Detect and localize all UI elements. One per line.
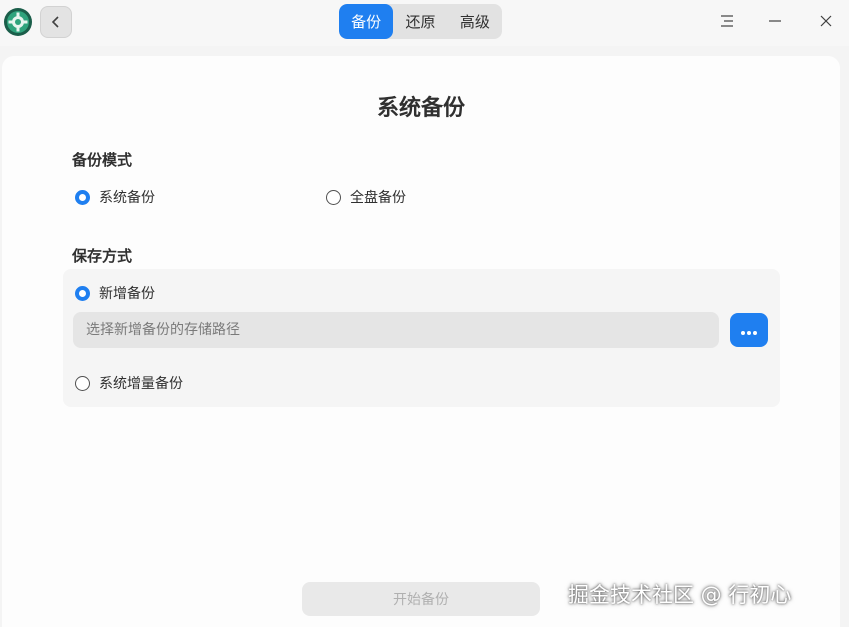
radio-checked-icon — [75, 189, 90, 205]
radio-label: 新增备份 — [99, 286, 155, 302]
radio-full-disk-backup[interactable]: 全盘备份 — [326, 187, 406, 207]
tab-advanced[interactable]: 高级 — [448, 4, 502, 39]
back-button[interactable] — [40, 6, 72, 38]
radio-unchecked-icon — [75, 375, 90, 391]
radio-incremental-backup[interactable]: 系统增量备份 — [75, 373, 183, 393]
backup-mode-title: 备份模式 — [72, 151, 133, 169]
radio-system-backup[interactable]: 系统备份 — [75, 187, 155, 207]
start-backup-button[interactable]: 开始备份 — [302, 582, 540, 616]
radio-new-backup[interactable]: 新增备份 — [75, 283, 155, 303]
page-title: 系统备份 — [376, 96, 465, 121]
app-gear-icon — [3, 7, 33, 37]
backup-path-input[interactable] — [73, 312, 719, 348]
browse-path-button[interactable] — [730, 313, 768, 347]
menu-icon — [720, 13, 734, 32]
menu-button[interactable] — [712, 8, 742, 36]
chevron-left-icon — [50, 13, 62, 32]
radio-unchecked-icon — [326, 189, 341, 205]
radio-label: 全盘备份 — [350, 190, 406, 206]
tab-bar: 备份 还原 高级 — [339, 4, 502, 39]
title-bar: 备份 还原 高级 — [0, 0, 849, 46]
save-method-title: 保存方式 — [72, 247, 133, 265]
close-icon — [819, 13, 833, 32]
more-dots-icon — [740, 321, 758, 340]
close-button[interactable] — [811, 8, 841, 36]
tab-restore[interactable]: 还原 — [393, 4, 447, 39]
tab-backup[interactable]: 备份 — [339, 4, 394, 39]
minimize-button[interactable] — [760, 8, 790, 36]
minimize-icon — [768, 13, 782, 32]
watermark: 掘金技术社区 @ 行初心 — [568, 583, 792, 607]
radio-checked-icon — [75, 285, 90, 301]
radio-label: 系统增量备份 — [99, 376, 183, 392]
radio-label: 系统备份 — [99, 190, 155, 206]
